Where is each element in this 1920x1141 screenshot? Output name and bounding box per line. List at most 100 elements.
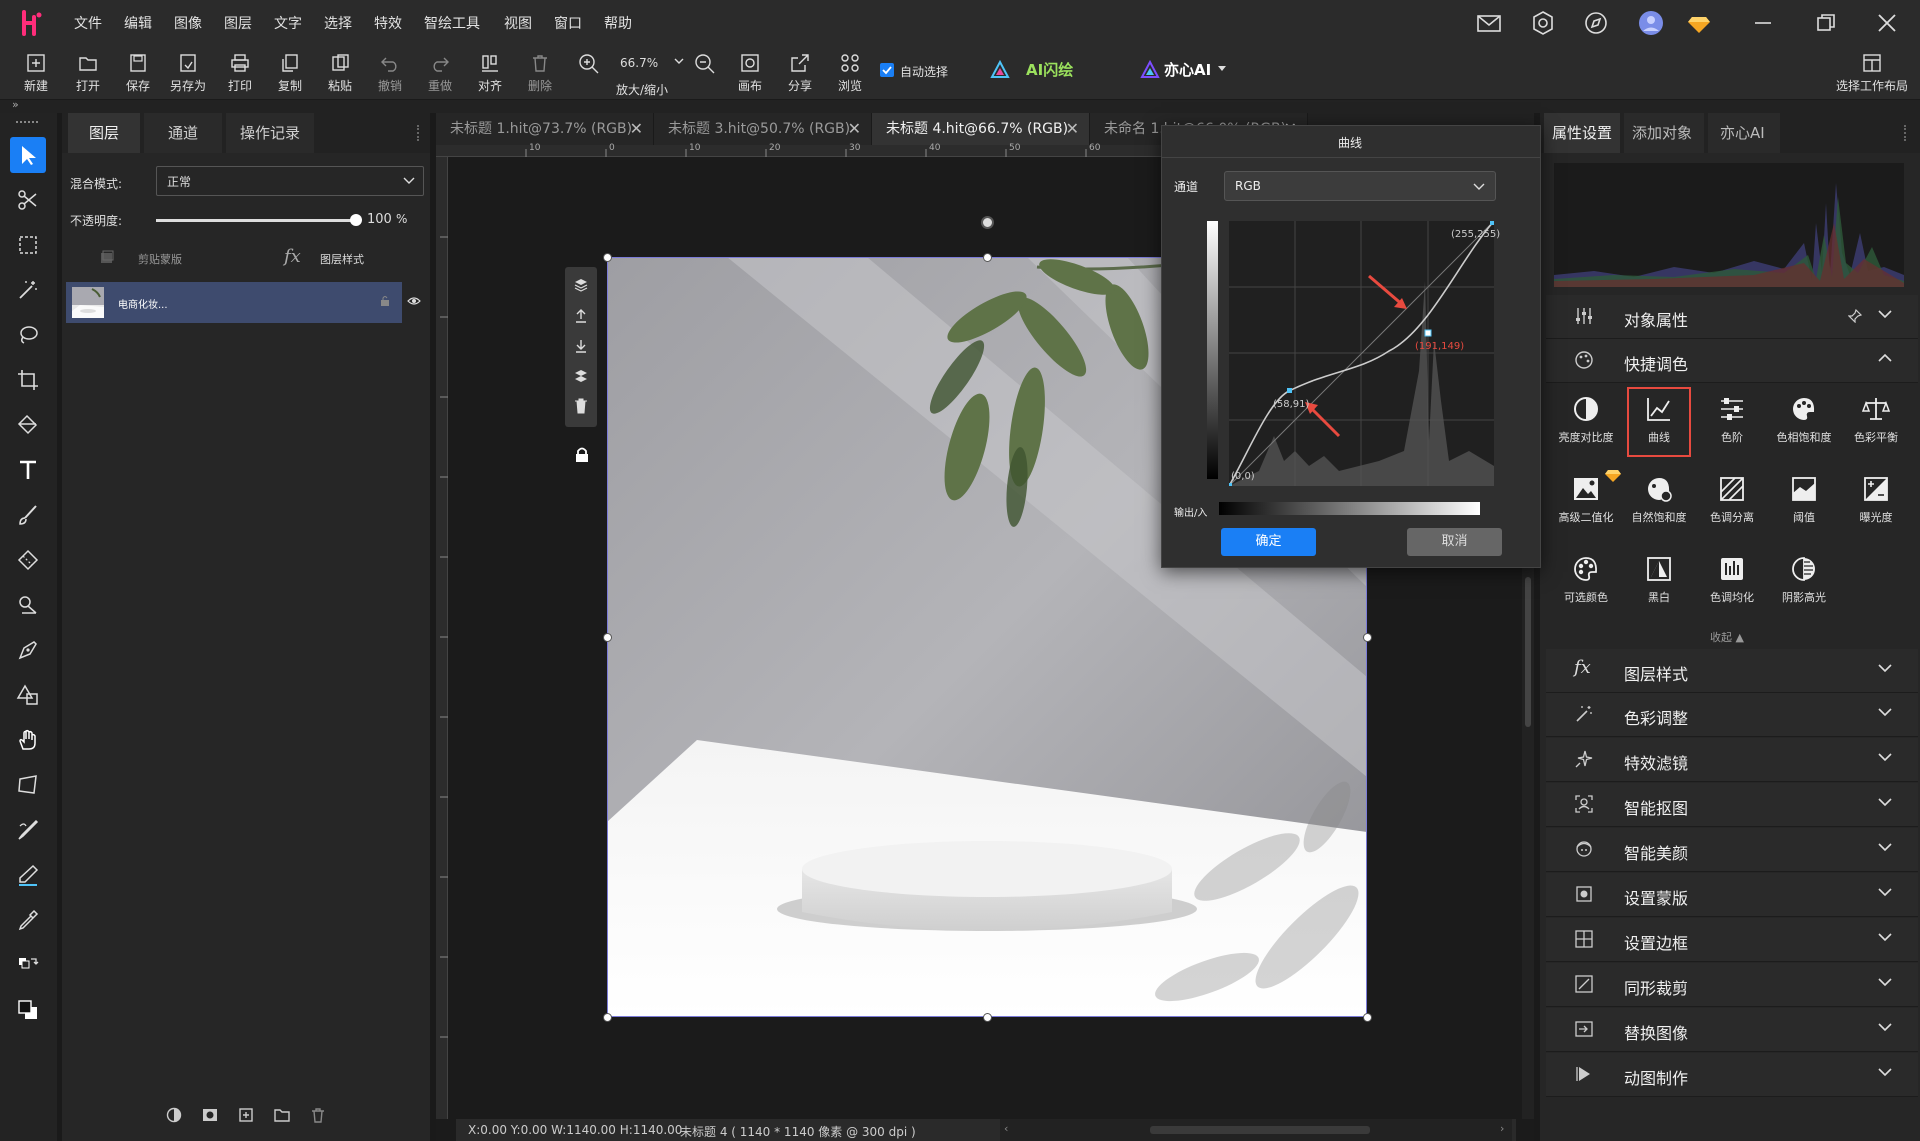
tab-document-4[interactable]: 未标题 4.hit@66.7% (RGB) ✕ bbox=[872, 113, 1090, 145]
menu-image[interactable]: 图像 bbox=[174, 13, 202, 33]
canvas-button[interactable]: 画布 bbox=[726, 53, 774, 94]
tab-properties[interactable]: 属性设置 bbox=[1544, 113, 1620, 153]
shape-tool[interactable] bbox=[10, 677, 46, 713]
menu-layer[interactable]: 图层 bbox=[224, 13, 252, 33]
menu-file[interactable]: 文件 bbox=[74, 13, 102, 33]
vip-diamond-icon[interactable] bbox=[1686, 10, 1712, 36]
menu-select[interactable]: 选择 bbox=[324, 13, 352, 33]
selective-color-button[interactable]: 可选颜色 bbox=[1554, 555, 1618, 605]
tab-document-1[interactable]: 未标题 1.hit@73.7% (RGB) ✕ bbox=[436, 113, 654, 145]
curves-graph[interactable]: (255,255) (58,91) (0,0) (191,149) bbox=[1229, 221, 1500, 486]
section-smart-beauty[interactable]: 智能美颜 bbox=[1546, 828, 1918, 872]
brush-tool[interactable] bbox=[10, 497, 46, 533]
new-group-folder-icon[interactable] bbox=[274, 1107, 290, 1123]
close-icon[interactable] bbox=[1874, 10, 1900, 36]
cancel-button[interactable]: 取消 bbox=[1407, 528, 1502, 556]
vibrance-button[interactable]: 自然饱和度 bbox=[1627, 475, 1691, 525]
highlighter-tool[interactable] bbox=[10, 857, 46, 893]
blend-mode-select[interactable]: 正常 bbox=[156, 166, 424, 196]
hand-tool[interactable] bbox=[10, 722, 46, 758]
equalize-button[interactable]: 色调均化 bbox=[1700, 555, 1764, 605]
send-backward-icon[interactable] bbox=[574, 339, 588, 353]
copy-button[interactable]: 复制 bbox=[266, 53, 314, 94]
resize-handle[interactable] bbox=[603, 253, 612, 262]
compass-icon[interactable] bbox=[1583, 10, 1609, 36]
workspace-layout-button[interactable]: 选择工作布局 bbox=[1832, 53, 1912, 94]
horizontal-scrollbar[interactable]: ‹ › bbox=[1000, 1119, 1512, 1141]
color-balance-button[interactable]: 色彩平衡 bbox=[1844, 395, 1908, 445]
chevron-down-icon[interactable] bbox=[674, 56, 684, 66]
section-layer-style[interactable]: fx 图层样式 bbox=[1546, 649, 1918, 693]
browse-button[interactable]: 浏览 bbox=[826, 53, 874, 94]
section-color-adjust[interactable]: 色彩调整 bbox=[1546, 693, 1918, 737]
fill-bucket-tool[interactable] bbox=[10, 407, 46, 443]
bring-forward-icon[interactable] bbox=[574, 309, 588, 323]
smart-cutout-tool[interactable] bbox=[10, 182, 46, 218]
section-set-mask[interactable]: 设置蒙版 bbox=[1546, 873, 1918, 917]
minimize-icon[interactable] bbox=[1750, 10, 1776, 36]
healing-brush-tool[interactable] bbox=[10, 812, 46, 848]
posterize-button[interactable]: 色调分离 bbox=[1700, 475, 1764, 525]
swap-colors-icon[interactable] bbox=[10, 947, 46, 983]
section-animation[interactable]: 动图制作 bbox=[1546, 1053, 1918, 1097]
scroll-left-icon[interactable]: ‹ bbox=[1004, 1122, 1008, 1135]
restore-icon[interactable] bbox=[1813, 10, 1839, 36]
caret-down-icon[interactable] bbox=[1218, 66, 1226, 72]
menu-help[interactable]: 帮助 bbox=[604, 13, 632, 33]
redo-button[interactable]: 重做 bbox=[416, 53, 464, 94]
delete-button[interactable]: 删除 bbox=[516, 53, 564, 94]
menu-effects[interactable]: 特效 bbox=[374, 13, 402, 33]
black-white-button[interactable]: 黑白 bbox=[1627, 555, 1691, 605]
section-smart-cutout[interactable]: 智能抠图 bbox=[1546, 783, 1918, 827]
save-as-button[interactable]: 另存为 bbox=[164, 53, 212, 94]
open-button[interactable]: 打开 bbox=[64, 53, 112, 94]
menu-window[interactable]: 窗口 bbox=[554, 13, 582, 33]
avatar[interactable] bbox=[1638, 10, 1664, 36]
align-button[interactable]: 对齐 bbox=[466, 53, 514, 94]
section-replace-image[interactable]: 替换图像 bbox=[1546, 1008, 1918, 1052]
layer-stack-icon[interactable] bbox=[574, 278, 588, 292]
eyedropper-tool[interactable] bbox=[10, 902, 46, 938]
crop-tool[interactable] bbox=[10, 362, 46, 398]
threshold-button[interactable]: 阈值 bbox=[1772, 475, 1836, 525]
magic-wand-tool[interactable] bbox=[10, 272, 46, 308]
hue-saturation-button[interactable]: 色相饱和度 bbox=[1772, 395, 1836, 445]
foreground-background-color[interactable] bbox=[10, 992, 46, 1028]
levels-button[interactable]: 色阶 bbox=[1700, 395, 1764, 445]
visibility-eye-icon[interactable] bbox=[407, 296, 421, 306]
save-button[interactable]: 保存 bbox=[114, 53, 162, 94]
menu-text[interactable]: 文字 bbox=[274, 13, 302, 33]
resize-handle[interactable] bbox=[983, 253, 992, 262]
layer-style-icon[interactable]: fx bbox=[284, 246, 301, 267]
lock-icon[interactable] bbox=[380, 295, 390, 307]
clip-mask-icon[interactable] bbox=[100, 250, 114, 264]
scroll-thumb[interactable] bbox=[1150, 1126, 1370, 1134]
menu-view[interactable]: 视图 bbox=[504, 13, 532, 33]
object-properties-header[interactable]: 对象属性 bbox=[1546, 295, 1918, 339]
menu-edit[interactable]: 编辑 bbox=[124, 13, 152, 33]
tab-yixin-ai[interactable]: 亦心AI bbox=[1708, 113, 1780, 153]
lock-icon[interactable] bbox=[575, 447, 589, 463]
opacity-value[interactable]: 100 bbox=[367, 212, 392, 227]
undo-button[interactable]: 撤销 bbox=[366, 53, 414, 94]
delete-layer-icon[interactable] bbox=[310, 1107, 326, 1123]
transform-tool[interactable] bbox=[10, 767, 46, 803]
move-tool[interactable] bbox=[10, 137, 46, 173]
opacity-slider-handle[interactable] bbox=[350, 214, 362, 226]
ai-flash-button[interactable]: AI闪绘 bbox=[1026, 59, 1073, 80]
close-tab-icon[interactable]: ✕ bbox=[630, 113, 643, 145]
panel-drag-handle[interactable] bbox=[417, 125, 423, 141]
resize-handle[interactable] bbox=[1363, 1013, 1372, 1022]
close-tab-icon[interactable]: ✕ bbox=[1066, 113, 1079, 145]
opacity-slider-track[interactable] bbox=[156, 214, 362, 226]
curves-button[interactable]: 曲线 bbox=[1627, 387, 1691, 457]
add-mask-icon[interactable] bbox=[202, 1107, 218, 1123]
new-button[interactable]: 新建 bbox=[12, 53, 60, 94]
resize-handle[interactable] bbox=[1363, 633, 1372, 642]
print-button[interactable]: 打印 bbox=[216, 53, 264, 94]
rotate-handle-icon[interactable] bbox=[981, 216, 994, 229]
channel-select[interactable]: RGB bbox=[1224, 171, 1496, 201]
ok-button[interactable]: 确定 bbox=[1221, 528, 1316, 556]
scroll-thumb[interactable] bbox=[1525, 577, 1531, 727]
close-tab-icon[interactable]: ✕ bbox=[848, 113, 861, 145]
